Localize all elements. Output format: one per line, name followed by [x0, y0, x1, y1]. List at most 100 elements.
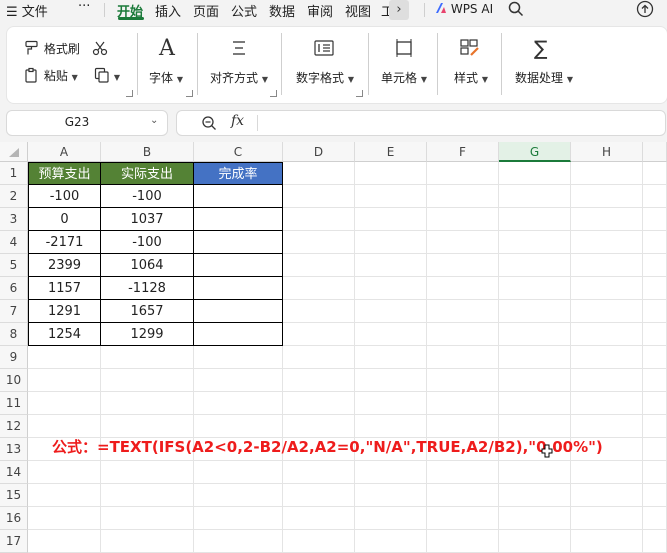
grid-cell[interactable] [499, 208, 571, 231]
table-cell[interactable] [194, 185, 283, 208]
row-header-5[interactable]: 5 [0, 254, 28, 277]
row-header-13[interactable]: 13 [0, 438, 28, 461]
tab-review[interactable]: 审阅 [307, 1, 333, 20]
grid-cell[interactable] [355, 231, 427, 254]
grid-cell[interactable] [28, 530, 101, 553]
grid-cell[interactable] [571, 484, 643, 507]
grid-cell[interactable] [194, 346, 283, 369]
table-cell[interactable]: 1291 [28, 300, 101, 323]
grid-cell[interactable] [355, 162, 427, 185]
table-header-cell[interactable]: 实际支出 [101, 162, 194, 185]
grid-cell[interactable] [643, 185, 667, 208]
grid-cell[interactable] [194, 530, 283, 553]
grid-cell[interactable] [427, 231, 499, 254]
grid-cell[interactable] [499, 185, 571, 208]
menu-file[interactable]: ☰ 文件 [6, 1, 48, 20]
grid-cell[interactable] [355, 346, 427, 369]
grid-cell[interactable] [194, 369, 283, 392]
grid-cell[interactable] [571, 369, 643, 392]
tab-formula[interactable]: 公式 [231, 1, 257, 20]
grid-cell[interactable] [427, 277, 499, 300]
grid-cell[interactable] [28, 484, 101, 507]
table-cell[interactable]: 0 [28, 208, 101, 231]
grid-cell[interactable] [283, 484, 355, 507]
grid-cell[interactable] [571, 530, 643, 553]
grid-cell[interactable] [427, 254, 499, 277]
paste-button[interactable]: 粘贴 ▼ [24, 67, 78, 84]
align-button[interactable]: 对齐方式 ▼ [210, 69, 268, 86]
grid-cell[interactable] [499, 392, 571, 415]
zoom-formula-icon[interactable] [201, 115, 217, 131]
grid-cell[interactable] [283, 185, 355, 208]
grid-cell[interactable] [101, 415, 194, 438]
tabs-scroll-right-button[interactable]: › [389, 0, 409, 20]
tab-view[interactable]: 视图 [345, 1, 371, 20]
grid-cell[interactable] [355, 530, 427, 553]
row-header-14[interactable]: 14 [0, 461, 28, 484]
table-cell[interactable]: 2399 [28, 254, 101, 277]
column-header-e[interactable]: E [355, 142, 427, 162]
table-cell[interactable]: 1037 [101, 208, 194, 231]
grid-cell[interactable] [571, 162, 643, 185]
grid-cell[interactable] [283, 231, 355, 254]
row-header-2[interactable]: 2 [0, 185, 28, 208]
grid-cell[interactable] [283, 254, 355, 277]
grid-cell[interactable] [643, 484, 667, 507]
style-button[interactable]: 样式 ▼ [454, 69, 488, 86]
grid-cell[interactable] [499, 346, 571, 369]
table-header-cell[interactable]: 预算支出 [28, 162, 101, 185]
column-header-h[interactable]: H [571, 142, 643, 162]
grid-cell[interactable] [427, 323, 499, 346]
grid-cell[interactable] [427, 185, 499, 208]
row-header-16[interactable]: 16 [0, 507, 28, 530]
grid-cell[interactable] [355, 507, 427, 530]
grid-cell[interactable] [283, 346, 355, 369]
column-header-next[interactable] [643, 142, 667, 162]
grid-cell[interactable] [283, 415, 355, 438]
grid-cell[interactable] [643, 438, 667, 461]
cut-button[interactable] [92, 40, 108, 59]
grid-cell[interactable] [499, 231, 571, 254]
grid-cell[interactable] [643, 415, 667, 438]
grid-cell[interactable] [101, 461, 194, 484]
cloud-sync-button[interactable] [636, 0, 654, 21]
table-cell[interactable]: -100 [101, 185, 194, 208]
grid-cell[interactable] [355, 300, 427, 323]
table-cell[interactable]: 1157 [28, 277, 101, 300]
grid-cell[interactable] [499, 300, 571, 323]
grid-cell[interactable] [28, 507, 101, 530]
grid-cell[interactable] [427, 507, 499, 530]
grid-cell[interactable] [283, 369, 355, 392]
font-button[interactable]: 字体 ▼ [149, 69, 183, 86]
grid-cell[interactable] [28, 346, 101, 369]
row-header-1[interactable]: 1 [0, 162, 28, 185]
grid-cell[interactable] [355, 323, 427, 346]
name-box[interactable]: G23 ⌄ [6, 110, 168, 136]
font-launcher-icon[interactable] [186, 90, 193, 97]
grid-cell[interactable] [283, 323, 355, 346]
grid-cell[interactable] [499, 507, 571, 530]
row-header-7[interactable]: 7 [0, 300, 28, 323]
grid-cell[interactable] [355, 461, 427, 484]
grid-cell[interactable] [643, 461, 667, 484]
table-cell[interactable]: -2171 [28, 231, 101, 254]
table-header-cell[interactable]: 完成率 [194, 162, 283, 185]
select-all-corner[interactable] [0, 142, 28, 162]
grid-cell[interactable] [101, 392, 194, 415]
grid-cell[interactable] [283, 392, 355, 415]
table-cell[interactable]: 1064 [101, 254, 194, 277]
grid-cell[interactable] [283, 208, 355, 231]
grid-cell[interactable] [643, 507, 667, 530]
grid-cell[interactable] [194, 415, 283, 438]
grid-cell[interactable] [355, 254, 427, 277]
grid-cell[interactable] [643, 392, 667, 415]
grid-cell[interactable] [28, 415, 101, 438]
table-cell[interactable]: 1254 [28, 323, 101, 346]
grid-cell[interactable] [571, 415, 643, 438]
table-cell[interactable] [194, 300, 283, 323]
grid-cell[interactable] [643, 162, 667, 185]
row-header-8[interactable]: 8 [0, 323, 28, 346]
grid-cell[interactable] [643, 231, 667, 254]
grid-cell[interactable] [194, 484, 283, 507]
row-header-17[interactable]: 17 [0, 530, 28, 553]
